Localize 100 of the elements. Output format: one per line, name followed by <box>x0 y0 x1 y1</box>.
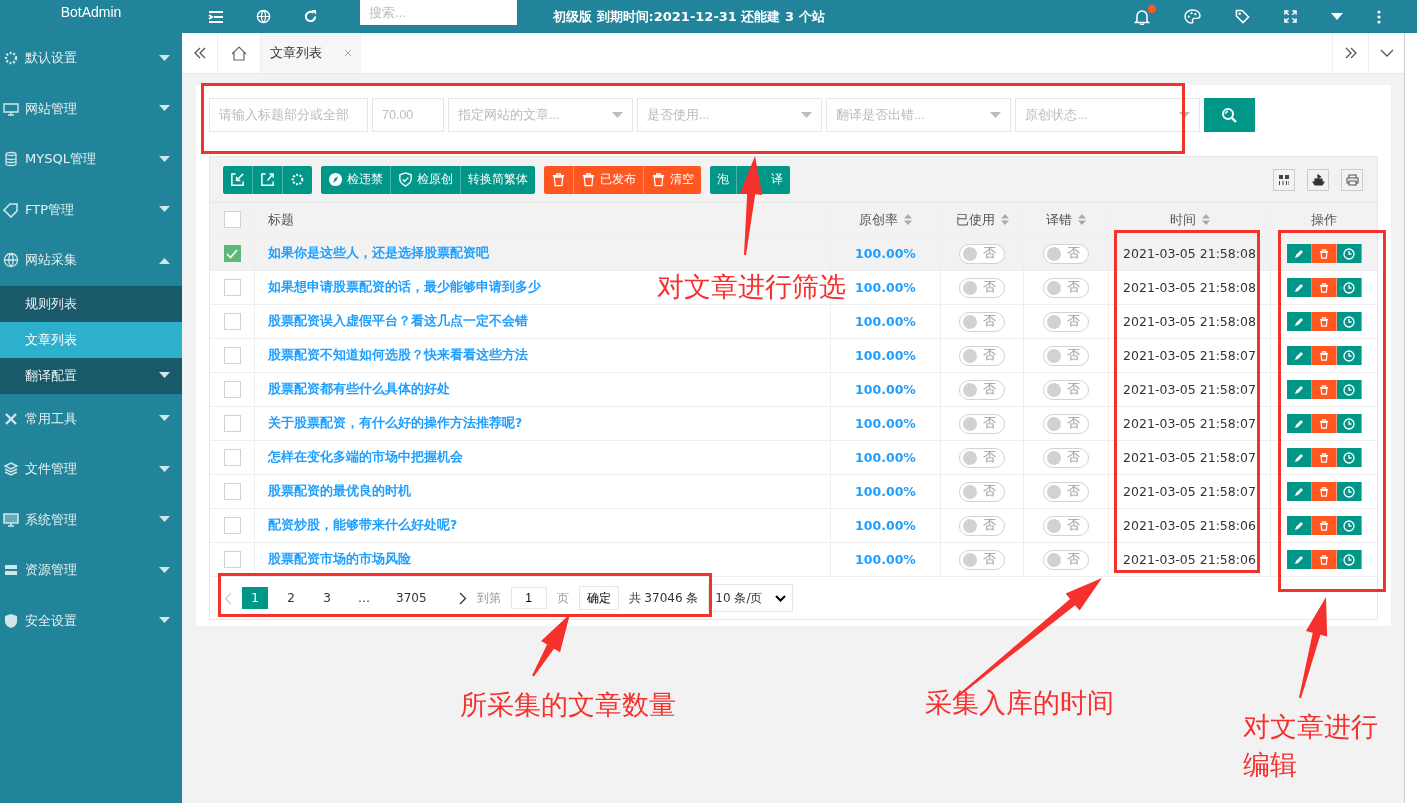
submenu-item[interactable]: 文章列表 <box>0 321 182 358</box>
toolbar-button[interactable]: 检原创 <box>391 165 461 194</box>
used-switch[interactable]: 否 <box>959 481 1005 502</box>
error-switch[interactable]: 否 <box>1043 515 1089 536</box>
error-switch[interactable]: 否 <box>1043 311 1089 332</box>
column-header[interactable]: 时间 <box>1169 210 1210 229</box>
bell-icon[interactable] <box>1134 8 1150 25</box>
toolbar-button[interactable]: 泡 <box>710 165 737 194</box>
row-checkbox[interactable] <box>223 313 241 330</box>
page-link[interactable]: 1 <box>242 587 268 609</box>
sidebar-item[interactable]: 网站采集 <box>0 235 182 286</box>
sidebar-item[interactable]: 常用工具 <box>0 393 182 444</box>
delete-button[interactable] <box>1311 550 1337 569</box>
error-switch[interactable]: 否 <box>1043 549 1089 570</box>
edit-button[interactable] <box>1286 448 1312 467</box>
select-field[interactable]: 翻译是否出错... <box>826 98 1011 132</box>
palette-icon[interactable] <box>1184 9 1201 24</box>
sidebar-item[interactable]: 网站管理 <box>0 83 182 134</box>
edit-button[interactable] <box>1286 516 1312 535</box>
delete-button[interactable] <box>1311 482 1337 501</box>
columns-button[interactable] <box>1273 168 1295 191</box>
delete-button[interactable] <box>1311 414 1337 433</box>
used-switch[interactable]: 否 <box>959 243 1005 264</box>
used-switch[interactable]: 否 <box>959 413 1005 434</box>
used-switch[interactable]: 否 <box>959 277 1005 298</box>
article-title-link[interactable]: 股票配资误入虚假平台？看这几点一定不会错 <box>268 313 528 328</box>
sidebar-item[interactable]: 文件管理 <box>0 444 182 495</box>
submenu-item[interactable]: 规则列表 <box>0 285 182 322</box>
article-title-link[interactable]: 关于股票配资，有什么好的操作方法推荐呢? <box>268 415 523 430</box>
schedule-button[interactable] <box>1336 516 1362 535</box>
row-checkbox[interactable] <box>223 415 241 432</box>
toolbar-button[interactable]: 转换简繁体 <box>461 165 535 194</box>
row-checkbox[interactable] <box>223 483 241 500</box>
toolbar-button[interactable]: 检违禁 <box>321 165 391 194</box>
close-icon[interactable] <box>344 49 352 57</box>
submenu-item[interactable]: 翻译配置 <box>0 357 182 394</box>
sidebar-item[interactable]: 默认设置 <box>0 33 182 84</box>
globe-icon[interactable] <box>256 9 271 24</box>
error-switch[interactable]: 否 <box>1043 447 1089 468</box>
delete-button[interactable] <box>1311 346 1337 365</box>
edit-button[interactable] <box>1286 312 1312 331</box>
error-switch[interactable]: 否 <box>1043 413 1089 434</box>
sidebar-item[interactable]: FTP管理 <box>0 184 182 235</box>
article-title-link[interactable]: 股票配资不知道如何选股？快来看看这些方法 <box>268 347 528 362</box>
used-switch[interactable]: 否 <box>959 447 1005 468</box>
error-switch[interactable]: 否 <box>1043 379 1089 400</box>
page-link[interactable]: 3705 <box>388 587 435 609</box>
print-button[interactable] <box>1341 168 1363 191</box>
row-checkbox[interactable] <box>223 245 241 262</box>
toolbar-button[interactable] <box>283 165 312 194</box>
used-switch[interactable]: 否 <box>959 549 1005 570</box>
schedule-button[interactable] <box>1336 244 1362 263</box>
sidebar-item[interactable]: 系统管理 <box>0 494 182 545</box>
delete-button[interactable] <box>1311 448 1337 467</box>
row-checkbox[interactable] <box>223 551 241 568</box>
toolbar-button[interactable]: 清空 <box>644 165 701 194</box>
toolbar-button[interactable] <box>253 165 283 194</box>
article-title-link[interactable]: 如果想申请股票配资的话，最少能够申请到多少 <box>268 279 541 294</box>
sort-icon[interactable] <box>1201 214 1210 225</box>
confirm-button[interactable]: 确定 <box>578 586 619 610</box>
used-switch[interactable]: 否 <box>959 515 1005 536</box>
used-switch[interactable]: 否 <box>959 345 1005 366</box>
article-title-link[interactable]: 股票配资市场的市场风险 <box>268 551 411 566</box>
page-input[interactable]: 1 <box>510 587 547 609</box>
caret-icon[interactable] <box>801 112 812 118</box>
article-title-link[interactable]: 配资炒股，能够带来什么好处呢? <box>268 517 458 532</box>
refresh-icon[interactable] <box>303 9 318 24</box>
edit-button[interactable] <box>1286 346 1312 365</box>
delete-button[interactable] <box>1311 516 1337 535</box>
error-switch[interactable]: 否 <box>1043 243 1089 264</box>
edit-button[interactable] <box>1286 550 1312 569</box>
sidebar-item[interactable]: 资源管理 <box>0 545 182 596</box>
article-title-link[interactable]: 怎样在变化多端的市场中把握机会 <box>268 449 463 464</box>
error-switch[interactable]: 否 <box>1043 277 1089 298</box>
edit-button[interactable] <box>1286 414 1312 433</box>
article-title-link[interactable]: 股票配资的最优良的时机 <box>268 483 411 498</box>
select-all-checkbox[interactable] <box>223 211 241 228</box>
select-field[interactable]: 原创状态... <box>1015 98 1200 132</box>
row-checkbox[interactable] <box>223 279 241 296</box>
schedule-button[interactable] <box>1336 312 1362 331</box>
schedule-button[interactable] <box>1336 414 1362 433</box>
sort-icon[interactable] <box>904 214 912 225</box>
page-tab[interactable]: 文章列表 <box>261 33 361 73</box>
select-field[interactable]: 指定网站的文章... <box>448 98 633 132</box>
more-icon[interactable] <box>1377 9 1381 24</box>
caret-icon[interactable] <box>1179 112 1190 118</box>
edit-button[interactable] <box>1286 482 1312 501</box>
tag-icon[interactable] <box>1235 9 1250 24</box>
fullscreen-icon[interactable] <box>1284 10 1297 23</box>
caret-icon[interactable] <box>1331 12 1343 21</box>
input-field[interactable]: 70.00 <box>372 98 444 132</box>
search-field[interactable]: 搜索... <box>360 0 517 25</box>
article-title-link[interactable]: 如果你是这些人，还是选择股票配资吧 <box>268 245 489 260</box>
row-checkbox[interactable] <box>223 517 241 534</box>
search-button[interactable] <box>1204 98 1255 132</box>
used-switch[interactable]: 否 <box>959 311 1005 332</box>
page-link[interactable]: 2 <box>278 587 304 609</box>
delete-button[interactable] <box>1311 244 1337 263</box>
delete-button[interactable] <box>1311 278 1337 297</box>
schedule-button[interactable] <box>1336 278 1362 297</box>
